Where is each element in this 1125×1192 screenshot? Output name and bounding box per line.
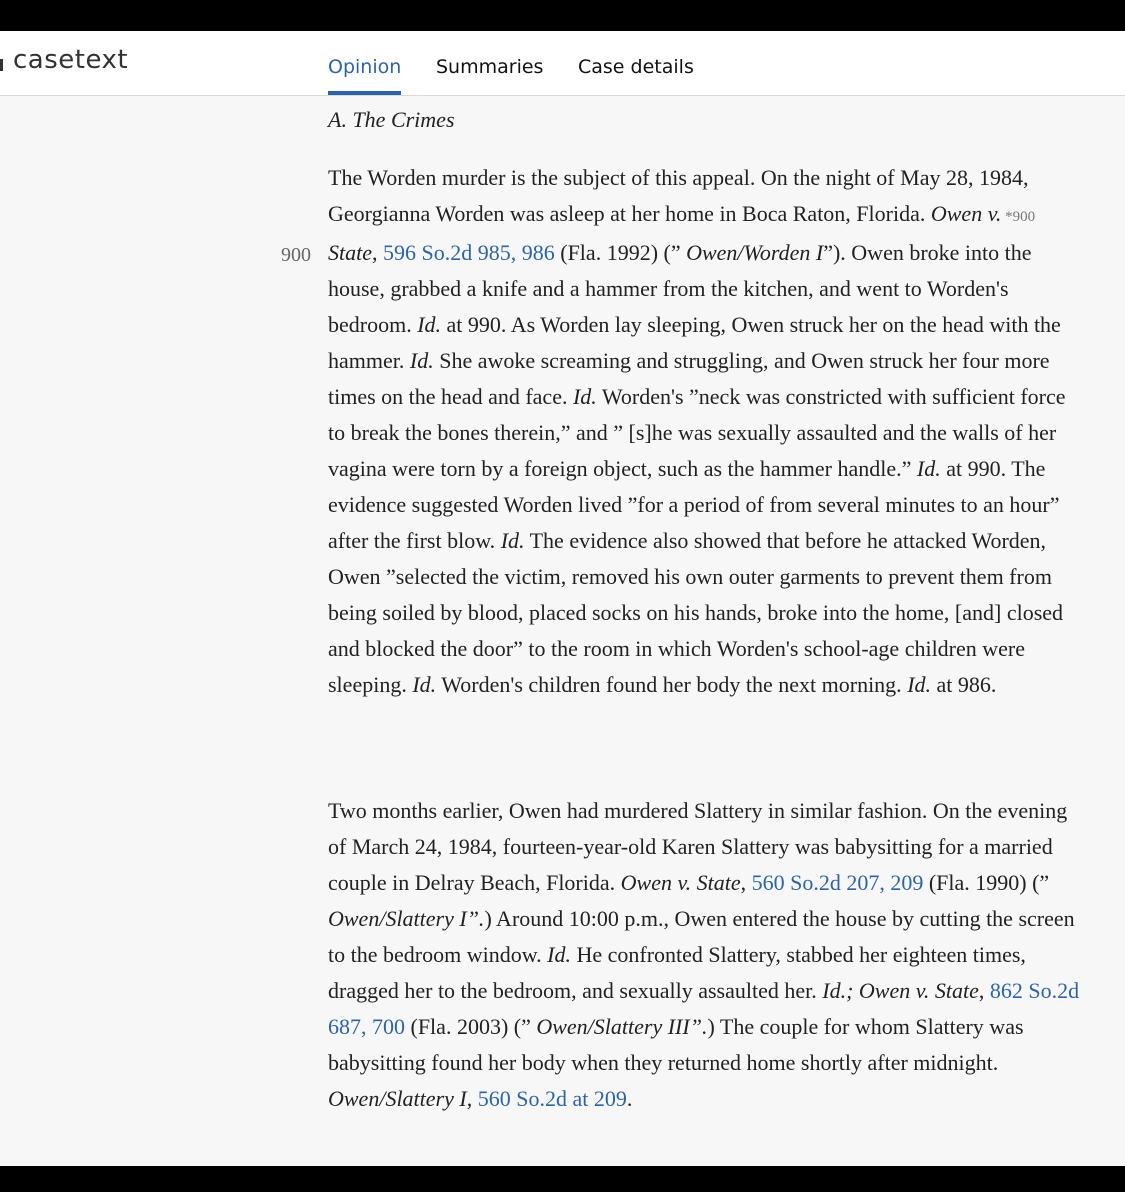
id-reference: Id. [409,348,434,373]
text-run: . [626,1086,633,1111]
opinion-paragraph: The Worden murder is the subject of this… [328,160,1088,703]
case-name: State [328,240,372,265]
citation-link[interactable]: 560 So.2d at 209 [478,1086,627,1111]
id-reference: Id. [547,942,571,967]
case-name: Owen v. State [620,870,741,895]
bottom-black-bar [0,1166,1125,1192]
text-run: , [740,870,752,895]
id-reference: Id. [500,528,525,553]
tab-summaries[interactable]: Summaries [436,56,543,95]
top-black-bar [0,0,1125,31]
case-name: Owen v. [930,201,1002,226]
text-run: , [978,978,990,1003]
citation-link[interactable]: 596 So.2d 985, 986 [383,240,555,265]
text-run: (Fla. 1990) (” [923,870,1050,895]
tab-case-details[interactable]: Case details [578,56,694,95]
case-short-name: Owen/Slattery I”. [328,906,485,931]
text-run: Worden's children found her body the nex… [436,672,908,697]
id-reference: Id. [907,672,932,697]
id-reference: Id. [412,672,437,697]
site-header: casetext Opinion Summaries Case details [0,31,1125,96]
text-run: at 986. [931,672,997,697]
logo-icon [0,59,3,71]
tab-opinion[interactable]: Opinion [328,56,402,95]
id-reference: Id. [572,384,597,409]
star-page-marker: *900 [1001,209,1036,225]
casetext-logo[interactable]: casetext [13,45,128,75]
case-short-name: Owen/Slattery I [328,1086,467,1111]
section-heading: A. The Crimes [328,107,455,132]
id-reference: Id.; Owen v. State [822,978,979,1003]
text-run: , [466,1086,478,1111]
case-short-name: Owen/Slattery III”. [536,1014,708,1039]
text-run: , [372,240,383,265]
text-run: (Fla. 2003) (” [405,1014,537,1039]
page-number-marker: 900 [281,244,311,266]
text-run: (Fla. 1992) (” [554,240,687,265]
citation-link[interactable]: 560 So.2d 207, 209 [752,870,924,895]
text-run: The Worden murder is the subject of this… [328,165,1029,226]
id-reference: Id. [916,456,941,481]
opinion-paragraph: Two months earlier, Owen had murdered Sl… [328,793,1088,1117]
case-short-name: Owen/Worden I [686,240,824,265]
id-reference: Id. [417,312,442,337]
opinion-body: A. The Crimes The Worden murder is the s… [328,103,1088,1111]
